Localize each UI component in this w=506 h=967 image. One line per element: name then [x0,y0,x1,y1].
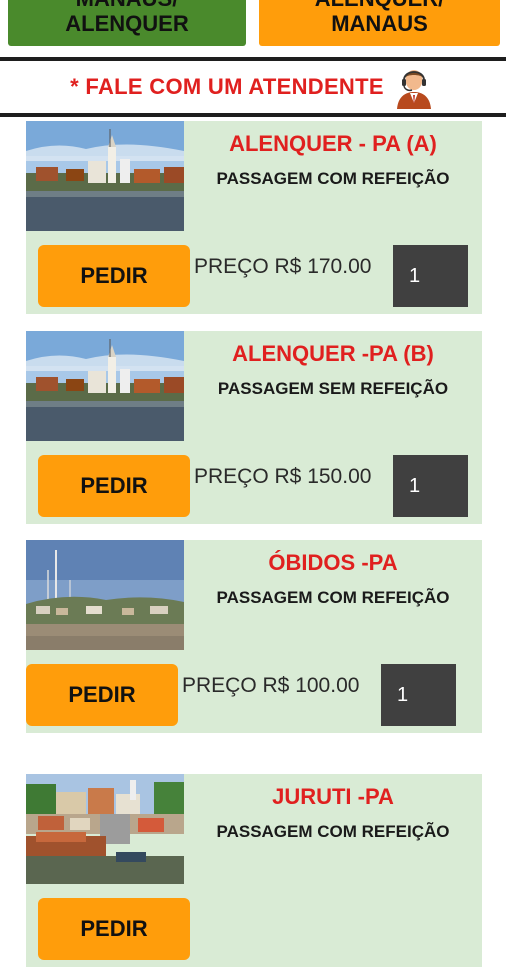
price-label: PREÇO R$ 150.00 [194,465,372,488]
alenquer-manaus-button[interactable]: ALENQUER/ MANAUS [259,0,500,46]
product-card-obidos: ÓBIDOS -PA PASSAGEM COM REFEIÇÃO PEDIR P… [26,540,482,733]
ticket-description: PASSAGEM SEM REFEIÇÃO [217,379,449,398]
order-button[interactable]: PEDIR [26,664,178,726]
price-label: PREÇO R$ 100.00 [182,674,360,697]
route-line-2: MANAUS [331,11,428,36]
quantity-input[interactable]: 1 [393,245,468,307]
attendant-headset-icon [396,70,431,109]
destination-title: ÓBIDOS -PA [268,550,398,575]
destination-title: JURUTI -PA [272,784,394,809]
ticket-description: PASSAGEM COM REFEIÇÃO [216,822,450,841]
route-line-1: MANAUS/ [76,0,179,11]
product-card-juruti: JURUTI -PA PASSAGEM COM REFEIÇÃO PEDIR [26,774,482,967]
quantity-input[interactable]: 1 [393,455,468,517]
quantity-input[interactable]: 1 [381,664,456,726]
alenquer-photo [26,121,184,231]
attendant-label: * FALE COM UM ATENDENTE [70,74,384,99]
ticket-description: PASSAGEM COM REFEIÇÃO [216,588,450,607]
price-label: PREÇO R$ 170.00 [194,255,372,278]
ticket-description: PASSAGEM COM REFEIÇÃO [216,169,450,188]
product-card-alenquer-a: ALENQUER - PA (A) PASSAGEM COM REFEIÇÃO … [26,121,482,314]
order-button[interactable]: PEDIR [38,898,190,960]
divider [0,113,506,117]
destination-title: ALENQUER -PA (B) [232,341,434,366]
talk-to-attendant-link[interactable]: * FALE COM UM ATENDENTE [0,61,506,113]
route-line-2: ALENQUER [65,11,189,36]
destination-title: ALENQUER - PA (A) [229,131,437,156]
juruti-photo [26,774,184,884]
order-button[interactable]: PEDIR [38,455,190,517]
route-line-1: ALENQUER/ [315,0,445,11]
order-button[interactable]: PEDIR [38,245,190,307]
product-card-alenquer-b: ALENQUER -PA (B) PASSAGEM SEM REFEIÇÃO P… [26,331,482,524]
obidos-photo [26,540,184,650]
manaus-alenquer-button[interactable]: MANAUS/ ALENQUER [8,0,246,46]
alenquer-photo [26,331,184,441]
